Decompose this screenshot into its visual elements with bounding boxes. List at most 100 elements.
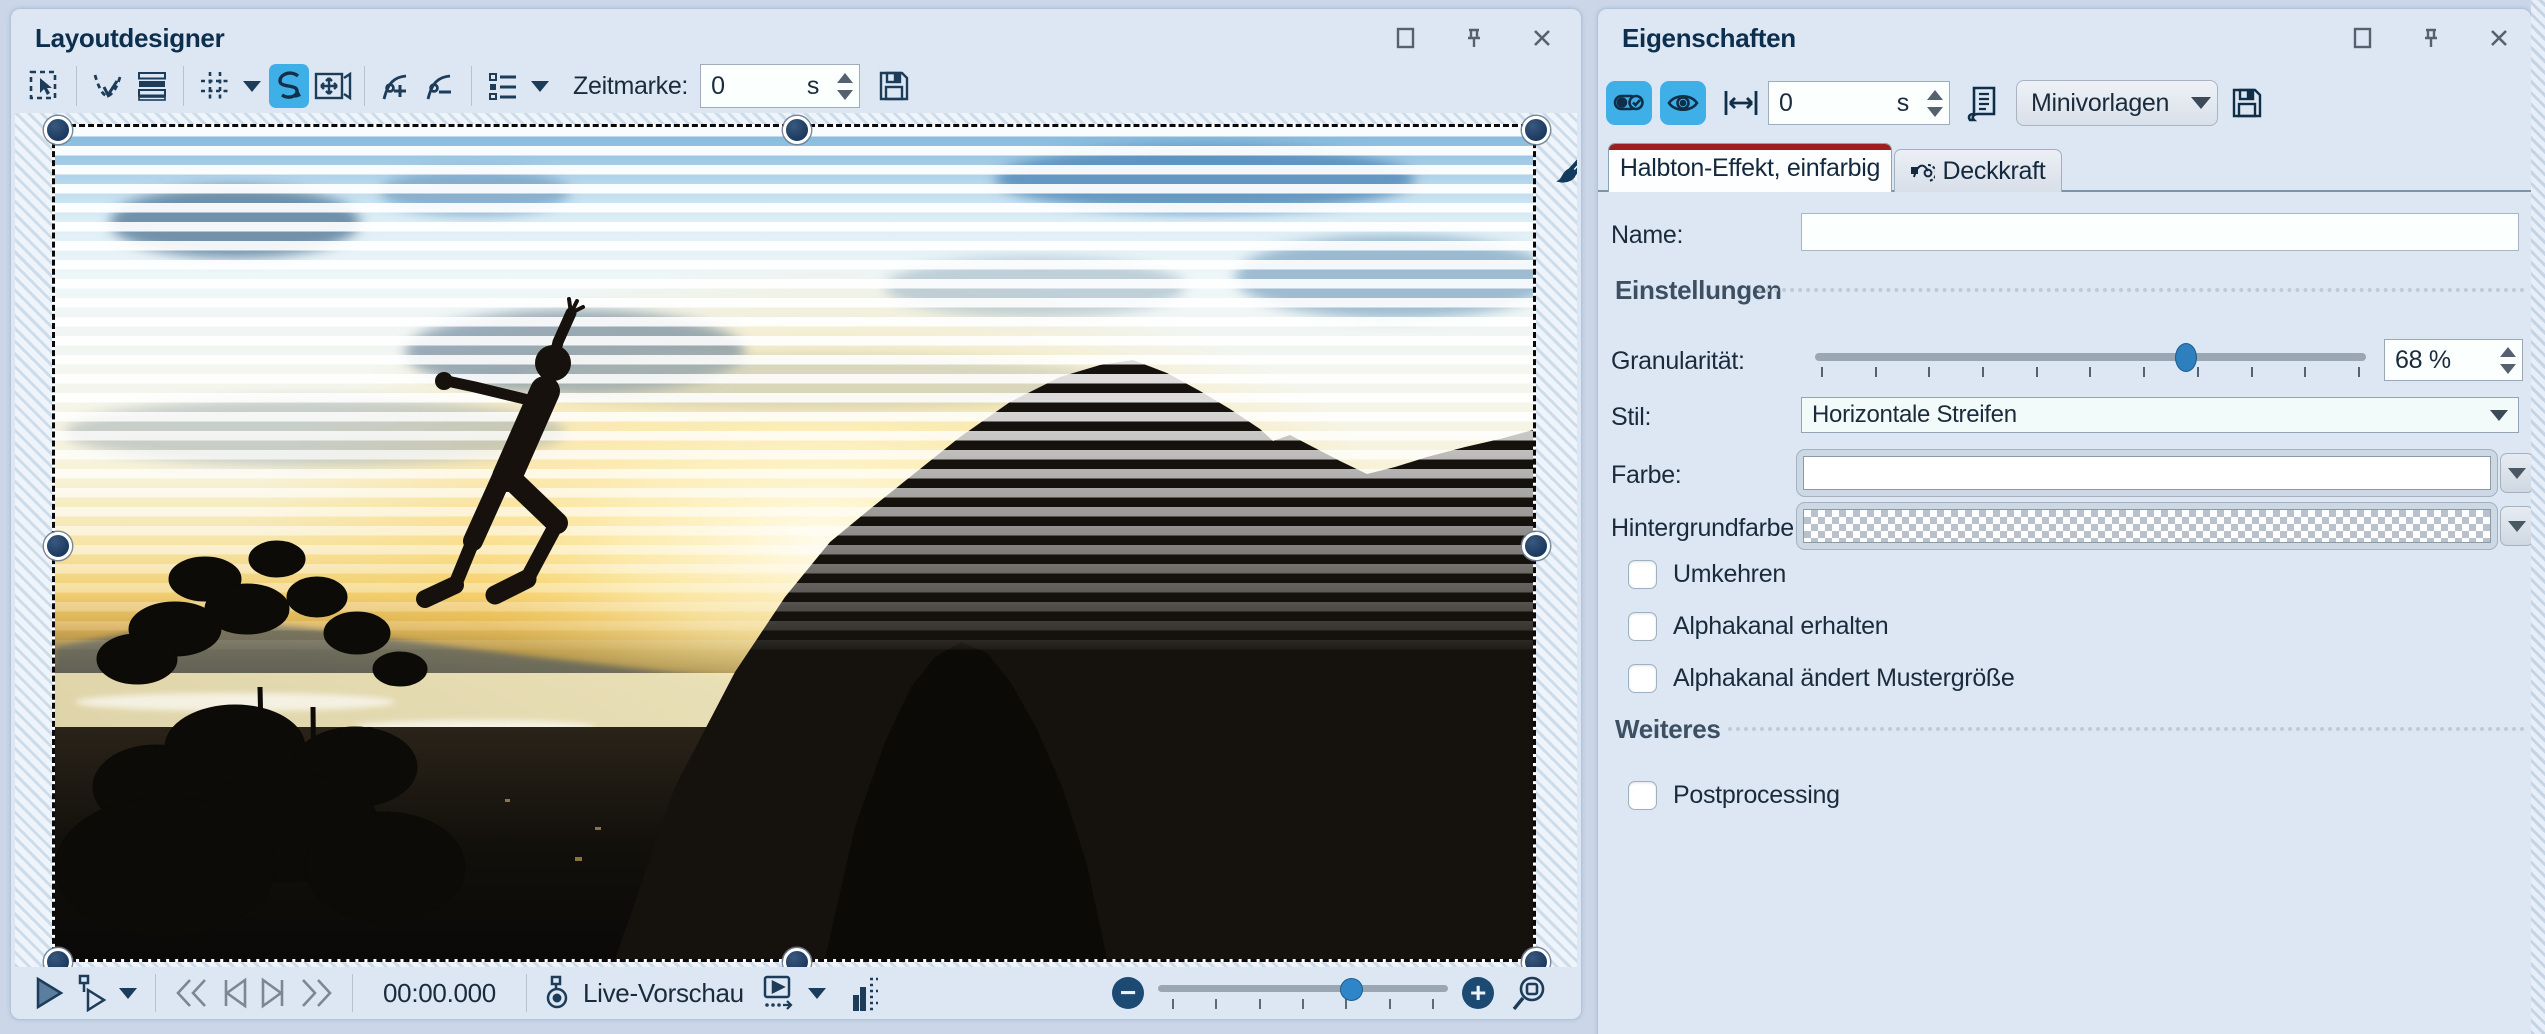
duration-input[interactable]: 0 s xyxy=(1768,81,1950,125)
grid-tool-button[interactable] xyxy=(195,64,235,108)
settings-section-header: Einstellungen xyxy=(1615,275,1782,306)
duration-icon xyxy=(1722,87,1760,119)
checkbox-row-alphakanal-mustergroesse[interactable]: Alphakanal ändert Mustergröße xyxy=(1628,664,2015,693)
layoutdesigner-panel: Layoutdesigner xyxy=(10,8,1582,1020)
pin-icon[interactable] xyxy=(1461,25,1487,51)
checkbox-row-alphakanal-erhalten[interactable]: Alphakanal erhalten xyxy=(1628,612,1888,641)
umkehren-label: Umkehren xyxy=(1673,560,1786,589)
alphakanal-erhalten-label: Alphakanal erhalten xyxy=(1673,612,1888,641)
resize-handle-top-right[interactable] xyxy=(1522,116,1550,144)
docking-edge-strip xyxy=(2531,0,2545,1034)
postprocessing-label: Postprocessing xyxy=(1673,781,1840,810)
zoom-in-button[interactable]: + xyxy=(1462,977,1494,1009)
object-active-toggle-button[interactable] xyxy=(1606,81,1652,125)
alphakanal-mustergroesse-label: Alphakanal ändert Mustergröße xyxy=(1673,664,2015,693)
save-template-button[interactable] xyxy=(2230,86,2264,120)
play-options-caret[interactable] xyxy=(119,988,137,999)
opacity-curve-icon xyxy=(1911,159,1935,183)
previous-frame-button[interactable] xyxy=(219,977,249,1009)
zeitmarke-value[interactable]: 0 xyxy=(711,72,807,101)
zeitmarke-unit: s xyxy=(807,72,819,101)
tab-deckkraft[interactable]: Deckkraft xyxy=(1894,149,2062,192)
layout-canvas[interactable] xyxy=(15,113,1577,967)
layers-tool-button[interactable] xyxy=(132,64,172,108)
name-input[interactable] xyxy=(1801,213,2519,251)
alphakanal-mustergroesse-checkbox[interactable] xyxy=(1628,664,1657,693)
transport-bar: 00:00.000 Live-Vorschau xyxy=(11,967,1581,1019)
statistics-button[interactable] xyxy=(848,973,882,1013)
resize-handle-bottom-right[interactable] xyxy=(1522,948,1550,967)
zeitmarke-label: Zeitmarke: xyxy=(573,72,688,101)
umkehren-checkbox[interactable] xyxy=(1628,560,1657,589)
camera-pan-tool-button[interactable] xyxy=(313,64,353,108)
selected-image-object[interactable] xyxy=(55,127,1533,959)
zoom-fit-button[interactable] xyxy=(1510,973,1548,1013)
chevron-down-icon xyxy=(2508,521,2526,532)
granularity-spinner[interactable] xyxy=(2500,340,2516,380)
curve-tool-button[interactable] xyxy=(88,64,128,108)
zoom-out-button[interactable]: − xyxy=(1112,977,1144,1009)
granularity-value-spinbox[interactable]: 68 % xyxy=(2384,339,2523,381)
live-preview-marker-icon[interactable] xyxy=(544,975,570,1011)
minivorlagen-dropdown[interactable]: Minivorlagen xyxy=(2016,80,2218,126)
tab-label: Halbton-Effekt, einfarbig xyxy=(1620,154,1880,183)
layoutdesigner-title: Layoutdesigner xyxy=(35,23,224,54)
close-icon[interactable] xyxy=(1529,25,1555,51)
minivorlagen-label: Minivorlagen xyxy=(2031,89,2169,118)
tab-label: Deckkraft xyxy=(1943,157,2046,186)
script-icon[interactable] xyxy=(1966,84,1998,122)
photo-preview xyxy=(55,127,1533,959)
duration-unit: s xyxy=(1897,89,1909,118)
canvas-zoom-controls: − + xyxy=(1112,967,1553,1019)
save-layout-button[interactable] xyxy=(874,64,914,108)
postprocessing-checkbox[interactable] xyxy=(1628,781,1657,810)
zeitmarke-input[interactable]: 0 s xyxy=(700,64,860,108)
background-color-dropdown-button[interactable] xyxy=(2500,506,2534,546)
color-picker-button[interactable] xyxy=(1796,449,2498,497)
grid-dropdown-caret[interactable] xyxy=(243,81,261,92)
checkbox-row-postprocessing[interactable]: Postprocessing xyxy=(1628,781,1840,810)
granularity-slider[interactable] xyxy=(1815,339,2366,383)
style-value: Horizontale Streifen xyxy=(1812,401,2017,429)
tab-halbton-effekt[interactable]: Halbton-Effekt, einfarbig xyxy=(1608,143,1892,192)
resize-handle-top-left[interactable] xyxy=(44,116,72,144)
resize-handle-top-center[interactable] xyxy=(783,116,811,144)
chevron-down-icon xyxy=(2191,97,2211,109)
keyframe-list-button[interactable] xyxy=(483,64,523,108)
maximize-icon[interactable] xyxy=(2350,25,2376,51)
background-color-picker-button[interactable] xyxy=(1796,502,2498,550)
granularity-slider-thumb[interactable] xyxy=(2175,343,2197,372)
canvas-zoom-slider-thumb[interactable] xyxy=(1340,978,1363,1001)
play-button[interactable] xyxy=(34,976,64,1010)
close-icon[interactable] xyxy=(2486,25,2512,51)
alphakanal-erhalten-checkbox[interactable] xyxy=(1628,612,1657,641)
properties-title: Eigenschaften xyxy=(1622,23,1796,54)
checkbox-row-umkehren[interactable]: Umkehren xyxy=(1628,560,1786,589)
duration-spinner[interactable] xyxy=(1927,82,1943,124)
maximize-icon[interactable] xyxy=(1393,25,1419,51)
skip-forward-button[interactable] xyxy=(299,977,335,1009)
style-select[interactable]: Horizontale Streifen xyxy=(1801,397,2519,433)
add-keyframe-button[interactable] xyxy=(376,64,416,108)
smooth-curve-tool-button[interactable] xyxy=(269,64,309,108)
color-dropdown-button[interactable] xyxy=(2500,453,2534,493)
object-visible-toggle-button[interactable] xyxy=(1660,81,1706,125)
skip-backward-button[interactable] xyxy=(173,977,209,1009)
remove-keyframe-button[interactable] xyxy=(420,64,460,108)
list-dropdown-caret[interactable] xyxy=(531,81,549,92)
resize-handle-middle-right[interactable] xyxy=(1522,532,1550,560)
zeitmarke-spinner[interactable] xyxy=(837,65,853,107)
pin-icon[interactable] xyxy=(2418,25,2444,51)
settings-section-divider xyxy=(1758,288,2525,292)
properties-panel: Eigenschaften xyxy=(1597,8,2532,1034)
duration-value[interactable]: 0 xyxy=(1779,89,1897,118)
background-color-label: Hintergrundfarbe: xyxy=(1611,514,1800,543)
preview-options-caret[interactable] xyxy=(808,988,826,999)
play-from-marker-button[interactable] xyxy=(74,974,108,1012)
next-frame-button[interactable] xyxy=(259,977,289,1009)
select-tool-button[interactable] xyxy=(25,64,65,108)
resize-handle-middle-left[interactable] xyxy=(44,532,72,560)
preview-window-button[interactable] xyxy=(757,973,797,1013)
properties-toolbar: 0 s Minivorlagen xyxy=(1606,81,2272,125)
canvas-zoom-slider[interactable] xyxy=(1158,973,1448,1013)
